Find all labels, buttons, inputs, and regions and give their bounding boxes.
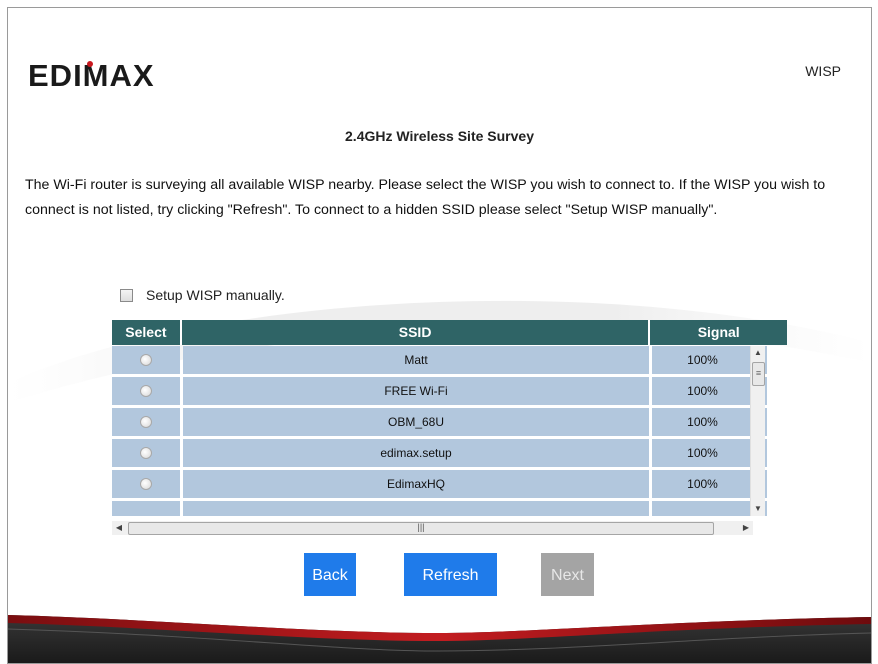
select-radio[interactable] (140, 385, 152, 397)
ssid-cell: EdimaxHQ (183, 470, 649, 498)
scroll-up-arrow-icon[interactable]: ▲ (751, 346, 765, 360)
header-signal: Signal (697, 324, 740, 340)
header-select: Select (125, 324, 167, 340)
scroll-down-arrow-icon[interactable]: ▼ (751, 502, 765, 516)
edimax-logo: EDIMAX (28, 58, 154, 92)
site-survey-table: Select SSID Signal Matt 100% FREE Wi-Fi … (112, 320, 787, 535)
select-cell (112, 346, 180, 374)
table-row[interactable]: Matt 100% (112, 346, 787, 374)
table-row-partial (112, 501, 787, 516)
setup-manual-row[interactable]: Setup WISP manually. (120, 287, 285, 303)
select-cell (112, 377, 180, 405)
footer-banner (8, 611, 871, 663)
scroll-left-arrow-icon[interactable]: ◀ (112, 521, 126, 535)
ssid-cell: Matt (183, 346, 649, 374)
scroll-right-arrow-icon[interactable]: ▶ (739, 521, 753, 535)
instructions-text: The Wi-Fi router is surveying all availa… (25, 177, 826, 218)
select-cell (112, 408, 180, 436)
table-row[interactable]: edimax.setup 100% (112, 439, 787, 467)
ssid-cell: OBM_68U (183, 408, 649, 436)
wizard-frame: EDIMAX WISP 2.4GHz Wireless Site Survey … (7, 7, 872, 664)
table-row[interactable]: FREE Wi-Fi 100% (112, 377, 787, 405)
mode-label: WISP (805, 63, 841, 79)
select-cell (112, 470, 180, 498)
select-cell (112, 439, 180, 467)
select-radio[interactable] (140, 416, 152, 428)
ssid-cell: FREE Wi-Fi (183, 377, 649, 405)
vertical-scroll-thumb[interactable]: ≡ (752, 362, 765, 386)
table-row[interactable]: EdimaxHQ 100% (112, 470, 787, 498)
select-radio[interactable] (140, 478, 152, 490)
setup-manual-label: Setup WISP manually. (146, 287, 285, 303)
header-ssid: SSID (179, 320, 651, 345)
select-cell (112, 501, 180, 516)
page-title: 2.4GHz Wireless Site Survey (345, 128, 534, 144)
table-row[interactable]: OBM_68U 100% (112, 408, 787, 436)
horizontal-scrollbar[interactable]: ◀ ||| ▶ (112, 521, 753, 535)
ssid-cell (183, 501, 649, 516)
vertical-scrollbar[interactable]: ▲ ≡ ▼ (750, 346, 765, 516)
select-radio[interactable] (140, 354, 152, 366)
refresh-button[interactable]: Refresh (404, 553, 497, 596)
horizontal-scroll-thumb[interactable]: ||| (128, 522, 714, 535)
back-button[interactable]: Back (304, 553, 356, 596)
setup-manual-checkbox[interactable] (120, 288, 133, 302)
table-header: Select SSID Signal (112, 320, 787, 345)
select-radio[interactable] (140, 447, 152, 459)
ssid-cell: edimax.setup (183, 439, 649, 467)
next-button: Next (541, 553, 594, 596)
table-body[interactable]: Matt 100% FREE Wi-Fi 100% OBM_68U 100% e… (112, 346, 787, 516)
